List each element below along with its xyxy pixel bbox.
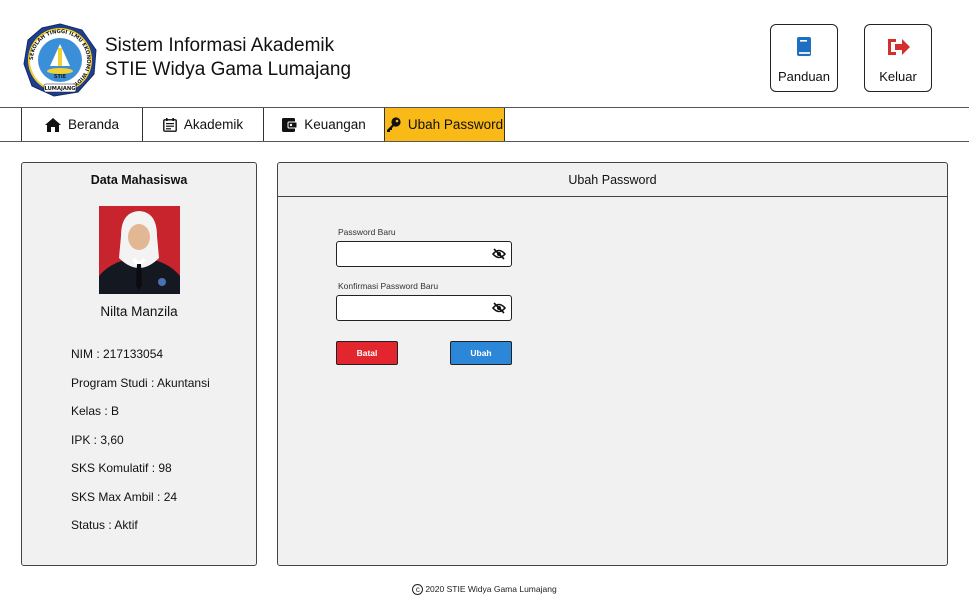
- tab-keuangan[interactable]: Keuangan: [264, 108, 385, 141]
- confirm-password-field: [336, 295, 512, 321]
- panduan-button[interactable]: Panduan: [770, 24, 838, 92]
- student-info-list: NIM : 217133054 Program Studi : Akuntans…: [71, 347, 210, 547]
- new-password-label: Password Baru: [338, 227, 396, 237]
- change-password-title: Ubah Password: [278, 163, 947, 197]
- home-icon: [44, 117, 61, 132]
- app-header: SEKOLAH TINGGI ILMU EKONOMI WIDYA GAMA S…: [0, 0, 969, 108]
- student-sks-cumulative: SKS Komulatif : 98: [71, 461, 172, 475]
- app-title-line2: STIE Widya Gama Lumajang: [105, 59, 352, 80]
- new-password-input[interactable]: [343, 243, 483, 265]
- sign-out-icon: [888, 39, 910, 55]
- change-password-panel: Ubah Password Password Baru Konfirmasi P…: [277, 162, 948, 566]
- keluar-label: Keluar: [879, 69, 917, 84]
- confirm-password-label: Konfirmasi Password Baru: [338, 281, 439, 291]
- student-class: Kelas : B: [71, 404, 120, 418]
- new-password-field: [336, 241, 512, 267]
- eye-slash-icon[interactable]: [492, 248, 506, 260]
- tab-ubah-password-label: Ubah Password: [407, 117, 504, 132]
- svg-text:STIE: STIE: [54, 74, 67, 80]
- student-name: Nilta Manzila: [100, 304, 178, 319]
- university-logo: SEKOLAH TINGGI ILMU EKONOMI WIDYA GAMA S…: [23, 23, 97, 97]
- student-photo: [99, 206, 180, 294]
- app-title: Sistem Informasi Akademik STIE Widya Gam…: [105, 34, 351, 82]
- keluar-button[interactable]: Keluar: [864, 24, 932, 92]
- student-status: Status : Aktif: [71, 518, 138, 532]
- wallet-icon: [282, 117, 298, 132]
- student-panel-title: Data Mahasiswa: [90, 173, 188, 187]
- key-icon: [386, 117, 401, 132]
- copyright-icon: c: [412, 584, 424, 596]
- calendar-list-icon: [162, 117, 177, 132]
- svg-text:LUMAJANG: LUMAJANG: [44, 86, 75, 92]
- panduan-label: Panduan: [777, 69, 831, 84]
- tab-beranda[interactable]: Beranda: [21, 108, 143, 141]
- tab-keuangan-label: Keuangan: [304, 117, 366, 132]
- footer-text: 2020 STIE Widya Gama Lumajang: [425, 584, 557, 594]
- main-nav: Beranda Akademik Keuangan Ubah Password: [0, 107, 969, 142]
- cancel-button[interactable]: Batal: [336, 341, 398, 365]
- book-icon: [797, 37, 811, 56]
- student-sks-max: SKS Max Ambil : 24: [71, 489, 178, 504]
- submit-button[interactable]: Ubah: [450, 341, 512, 365]
- student-panel: Data Mahasiswa Nilta Manzila NIM : 21713…: [21, 162, 257, 566]
- student-nim: NIM : 217133054: [71, 347, 164, 361]
- tab-akademik-label: Akademik: [183, 117, 244, 132]
- tab-beranda-label: Beranda: [67, 117, 120, 132]
- student-ipk: IPK : 3,60: [71, 432, 124, 447]
- tab-ubah-password[interactable]: Ubah Password: [385, 108, 505, 141]
- eye-slash-icon[interactable]: [492, 302, 506, 314]
- student-program: Program Studi : Akuntansi: [71, 375, 210, 390]
- app-title-line1: Sistem Informasi Akademik: [105, 35, 335, 56]
- confirm-password-input[interactable]: [343, 297, 483, 319]
- footer: c 2020 STIE Widya Gama Lumajang: [0, 584, 969, 596]
- tab-akademik[interactable]: Akademik: [143, 108, 264, 141]
